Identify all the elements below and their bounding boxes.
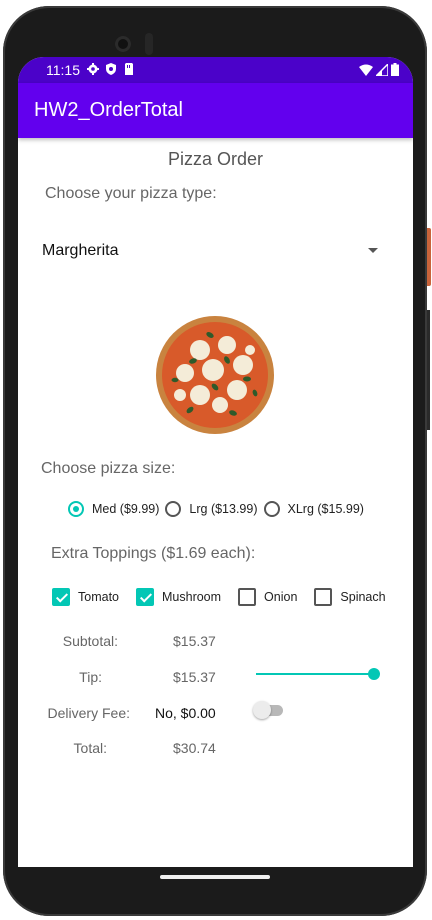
- size-option-label: Med ($9.99): [92, 502, 160, 516]
- status-bar: 11:15: [18, 57, 413, 83]
- app-bar: HW2_OrderTotal: [18, 83, 413, 138]
- topping-label: Spinach: [340, 590, 386, 604]
- topping-checkbox-tomato[interactable]: Tomato: [52, 588, 119, 606]
- delivery-fee-value: No, $0.00: [155, 705, 216, 721]
- cell-signal-icon: [376, 63, 388, 76]
- wifi-icon: [359, 64, 373, 76]
- size-option-label: XLrg ($15.99): [287, 502, 364, 516]
- size-option-label: Lrg ($13.99): [189, 502, 258, 516]
- volume-button: [427, 310, 430, 430]
- size-radio-xlrg[interactable]: XLrg ($15.99): [263, 501, 364, 517]
- total-value: $30.74: [173, 740, 216, 756]
- tip-label: Tip:: [79, 669, 102, 685]
- shield-icon: [106, 63, 116, 75]
- pizza-size-label: Choose pizza size:: [41, 460, 176, 477]
- page-title: Pizza Order: [167, 149, 264, 169]
- radio-unchecked-icon: [263, 501, 280, 517]
- subtotal-value: $15.37: [173, 633, 216, 649]
- topping-label: Mushroom: [162, 590, 222, 604]
- app-title: HW2_OrderTotal: [34, 99, 183, 121]
- checkbox-unchecked-icon: [314, 588, 333, 606]
- size-radio-med[interactable]: Med ($9.99): [68, 501, 159, 517]
- content-area: Pizza Order Choose your pizza type: Marg…: [18, 138, 413, 867]
- status-time: 11:15: [46, 62, 80, 78]
- toppings-group: Tomato Mushroom Onion Spinach: [52, 588, 386, 606]
- delivery-fee-label: Delivery Fee:: [47, 705, 130, 721]
- topping-label: Tomato: [78, 590, 119, 604]
- topping-checkbox-mushroom[interactable]: Mushroom: [136, 588, 221, 606]
- tip-value: $15.37: [173, 669, 216, 685]
- slider-thumb[interactable]: [368, 668, 380, 680]
- earpiece: [145, 33, 153, 55]
- size-radio-lrg[interactable]: Lrg ($13.99): [165, 501, 258, 517]
- size-radio-group: Med ($9.99) Lrg ($13.99) XLrg ($15.99): [68, 501, 370, 517]
- checkbox-unchecked-icon: [238, 588, 257, 606]
- pizza-type-dropdown[interactable]: Margherita: [42, 238, 392, 266]
- gesture-nav-bar: [18, 867, 413, 895]
- radio-unchecked-icon: [165, 501, 182, 517]
- screen: 11:15 HW2_OrderTotal Pizza Order Choose …: [18, 57, 413, 867]
- dropdown-arrow-icon: [368, 248, 378, 253]
- pizza-image: [156, 316, 274, 434]
- pizza-type-selected: Margherita: [42, 242, 119, 259]
- slider-track: [256, 673, 374, 675]
- sim-card-icon: [125, 63, 133, 75]
- topping-label: Onion: [264, 590, 298, 604]
- gear-icon: [87, 63, 99, 75]
- topping-checkbox-spinach[interactable]: Spinach: [314, 588, 386, 606]
- radio-checked-icon: [68, 501, 84, 517]
- front-camera: [115, 36, 131, 52]
- battery-icon: [391, 63, 399, 76]
- tip-slider[interactable]: [256, 663, 380, 685]
- delivery-switch[interactable]: [253, 701, 285, 719]
- topping-checkbox-onion[interactable]: Onion: [238, 588, 297, 606]
- power-button: [427, 228, 431, 286]
- home-handle[interactable]: [160, 875, 270, 879]
- checkbox-checked-icon: [52, 588, 70, 606]
- subtotal-label: Subtotal:: [62, 633, 118, 649]
- switch-thumb: [253, 701, 271, 719]
- checkbox-checked-icon: [136, 588, 154, 606]
- pizza-type-label: Choose your pizza type:: [45, 185, 217, 202]
- toppings-label: Extra Toppings ($1.69 each):: [51, 545, 256, 562]
- total-label: Total:: [73, 740, 107, 756]
